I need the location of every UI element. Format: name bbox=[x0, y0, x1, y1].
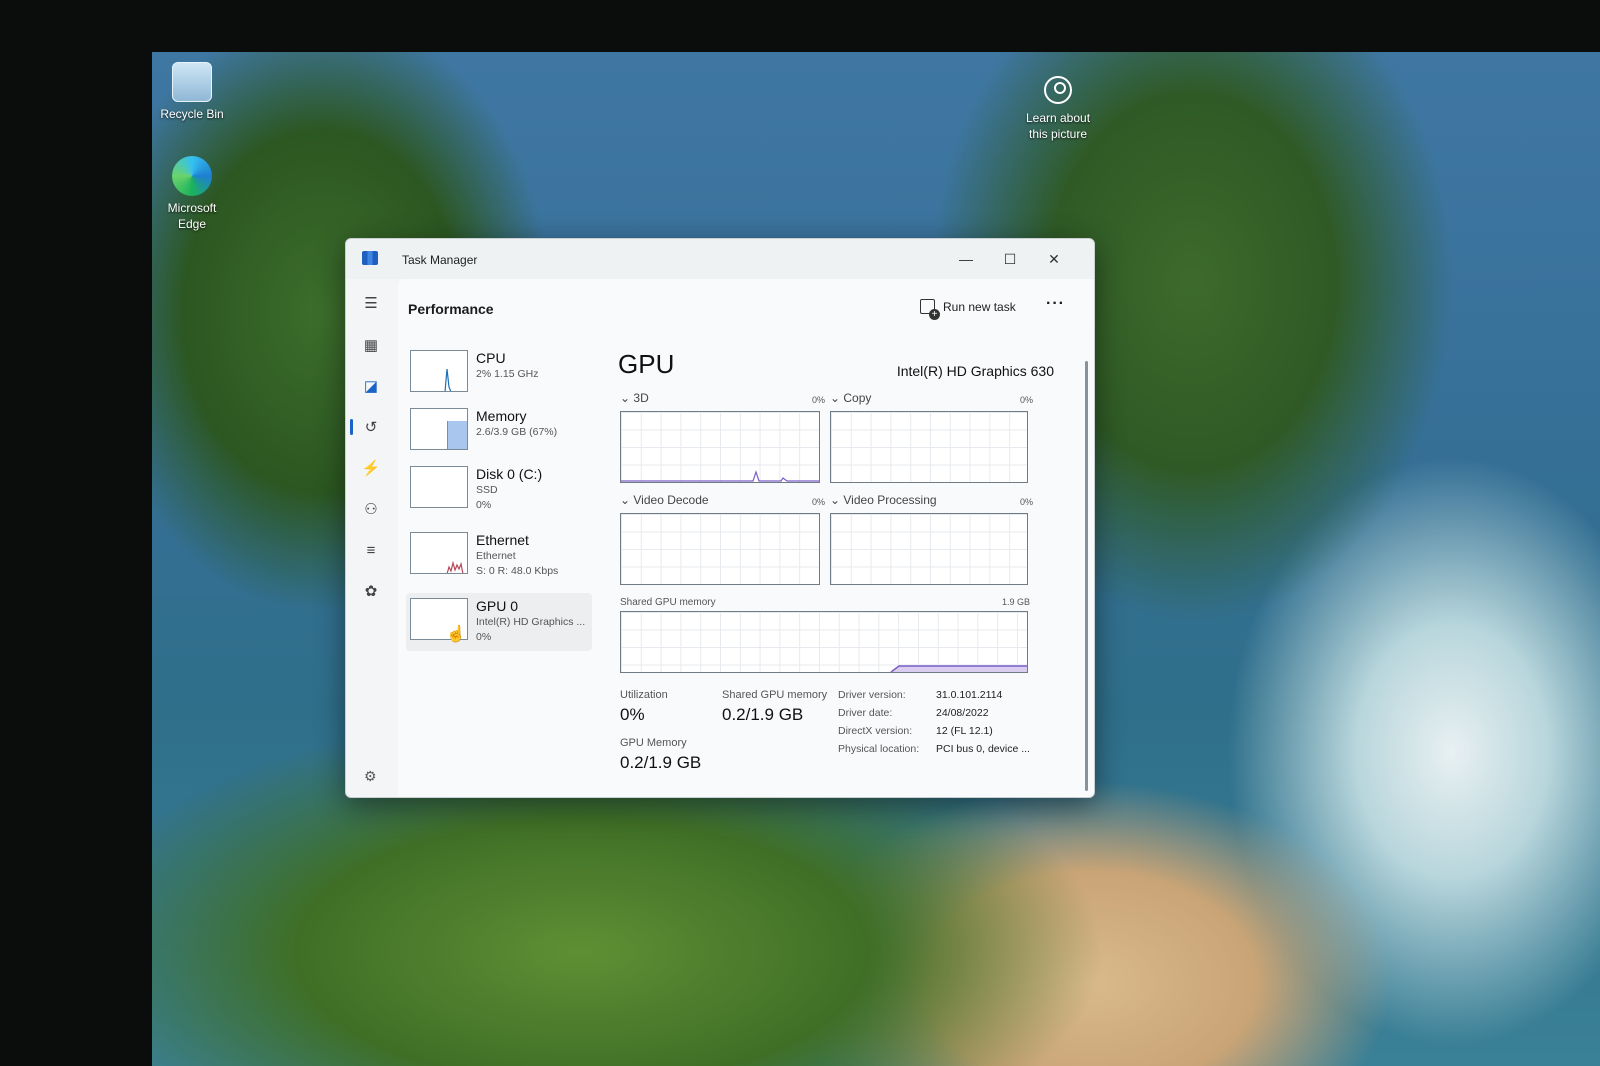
more-options-button[interactable]: ··· bbox=[1046, 295, 1065, 313]
startup-apps-icon[interactable]: ⚡ bbox=[360, 458, 382, 480]
ethernet-mini-graph bbox=[410, 532, 468, 574]
settings-gear-icon[interactable]: ⚙ bbox=[364, 768, 377, 785]
chevron-down-icon: ⌄ bbox=[830, 391, 844, 405]
page-title: Performance bbox=[408, 301, 494, 317]
ethernet-sparkline bbox=[446, 560, 464, 573]
driver-version-label: Driver version: bbox=[838, 689, 906, 701]
engine-label-video-decode[interactable]: ⌄ Video Decode bbox=[620, 493, 709, 507]
minimize-button[interactable]: — bbox=[946, 245, 986, 273]
scrollbar[interactable] bbox=[1085, 361, 1088, 791]
maximize-button[interactable]: ☐ bbox=[990, 245, 1030, 273]
device-memory[interactable]: Memory 2.6/3.9 GB (67%) bbox=[406, 403, 592, 461]
device-detail: 2.6/3.9 GB (67%) bbox=[476, 426, 558, 438]
nav-active-indicator bbox=[350, 419, 353, 435]
device-detail: SSD bbox=[476, 484, 498, 496]
performance-page: Performance Run new task ··· CPU 2% 1.15… bbox=[398, 279, 1094, 797]
nav-rail: ☰ ▦ ◪ ↺ ⚡ ⚇ ≡ ✿ ⚙ bbox=[346, 279, 398, 797]
learn-about-line1: Learn about bbox=[1025, 111, 1091, 125]
details-icon[interactable]: ≡ bbox=[360, 540, 382, 562]
engine-label-copy[interactable]: ⌄ Copy bbox=[830, 391, 871, 405]
shared-memory-graph-max: 1.9 GB bbox=[1002, 597, 1031, 607]
desktop-icon-label: Microsoft Edge bbox=[167, 201, 217, 231]
learn-about-picture[interactable]: Learn about this picture bbox=[1018, 76, 1098, 142]
shared-memory-label: Shared GPU memory bbox=[722, 689, 828, 701]
chevron-down-icon: ⌄ bbox=[620, 493, 634, 507]
window-title: Task Manager bbox=[402, 253, 478, 267]
device-detail: Intel(R) HD Graphics ... bbox=[476, 616, 586, 628]
engine-pct-video-decode: 0% bbox=[812, 497, 826, 507]
device-name: Ethernet bbox=[476, 532, 529, 548]
physical-location-label: Physical location: bbox=[838, 743, 920, 755]
shared-memory-graph-label: Shared GPU memory bbox=[620, 597, 716, 608]
utilization-value: 0% bbox=[620, 705, 645, 724]
engine-label-3d[interactable]: ⌄ 3D bbox=[620, 391, 649, 405]
directx-version-label: DirectX version: bbox=[838, 725, 913, 737]
camera-circle-icon bbox=[1044, 76, 1072, 104]
device-usage: 0% bbox=[476, 499, 492, 511]
graph-video-processing bbox=[830, 513, 1028, 585]
chevron-down-icon: ⌄ bbox=[620, 391, 634, 405]
device-throughput: S: 0 R: 48.0 Kbps bbox=[476, 565, 559, 577]
run-new-task-button[interactable]: Run new task bbox=[920, 299, 1016, 320]
device-name: Memory bbox=[476, 408, 527, 424]
graph-3d bbox=[620, 411, 820, 483]
device-usage: 0% bbox=[476, 631, 492, 643]
edge-icon bbox=[172, 156, 212, 196]
memory-usage-fill bbox=[447, 421, 467, 449]
graph-3d-line bbox=[621, 470, 819, 482]
users-icon[interactable]: ⚇ bbox=[360, 499, 382, 521]
engine-pct-copy: 0% bbox=[1020, 395, 1034, 405]
cpu-mini-graph bbox=[410, 350, 468, 392]
desktop-icon-label: Recycle Bin bbox=[160, 107, 224, 121]
shared-memory-line bbox=[890, 665, 1027, 673]
services-icon[interactable]: ✿ bbox=[360, 581, 382, 603]
device-gpu[interactable]: GPU 0 Intel(R) HD Graphics ... 0% bbox=[406, 593, 592, 651]
device-name: CPU bbox=[476, 350, 506, 366]
graph-shared-gpu-memory bbox=[620, 611, 1028, 673]
performance-icon[interactable]: ◪ bbox=[360, 376, 382, 398]
chevron-down-icon: ⌄ bbox=[830, 493, 844, 507]
driver-version-value: 31.0.101.2114 bbox=[936, 689, 1003, 701]
device-disk[interactable]: Disk 0 (C:) SSD 0% bbox=[406, 461, 592, 519]
title-bar[interactable]: Task Manager — ☐ ✕ bbox=[346, 239, 1094, 279]
device-name: GPU 0 bbox=[476, 598, 519, 614]
memory-mini-graph bbox=[410, 408, 468, 450]
desktop-icon-edge[interactable]: Microsoft Edge bbox=[152, 156, 232, 232]
device-name: Disk 0 (C:) bbox=[476, 466, 543, 482]
cpu-sparkline bbox=[444, 368, 452, 391]
desktop-icon-recycle-bin[interactable]: Recycle Bin bbox=[152, 62, 232, 122]
driver-date-label: Driver date: bbox=[838, 707, 893, 719]
run-new-task-label: Run new task bbox=[943, 299, 1016, 314]
directx-version-value: 12 (FL 12.1) bbox=[936, 725, 993, 737]
task-manager-app-icon bbox=[362, 251, 378, 265]
run-task-icon bbox=[920, 299, 940, 320]
close-button[interactable]: ✕ bbox=[1034, 245, 1074, 273]
physical-location-value: PCI bus 0, device ... bbox=[936, 743, 1030, 755]
task-manager-window: Task Manager — ☐ ✕ ☰ ▦ ◪ ↺ ⚡ ⚇ ≡ ✿ ⚙ Per… bbox=[345, 238, 1095, 798]
device-ethernet[interactable]: Ethernet Ethernet S: 0 R: 48.0 Kbps bbox=[406, 527, 592, 585]
graph-copy bbox=[830, 411, 1028, 483]
gpu-memory-label: GPU Memory bbox=[620, 737, 687, 749]
disk-mini-graph bbox=[410, 466, 468, 508]
hamburger-icon[interactable]: ☰ bbox=[360, 293, 382, 315]
gpu-model-name: Intel(R) HD Graphics 630 bbox=[896, 363, 1054, 379]
utilization-label: Utilization bbox=[620, 689, 668, 701]
device-cpu[interactable]: CPU 2% 1.15 GHz bbox=[406, 345, 592, 403]
shared-memory-value: 0.2/1.9 GB bbox=[722, 705, 804, 724]
device-detail: Ethernet bbox=[476, 550, 516, 562]
learn-about-line2: this picture bbox=[1028, 127, 1088, 141]
graph-video-decode bbox=[620, 513, 820, 585]
engine-pct-3d: 0% bbox=[812, 395, 826, 405]
gpu-memory-value: 0.2/1.9 GB bbox=[620, 753, 702, 772]
hand-cursor-icon: ☝ bbox=[446, 626, 466, 643]
processes-icon[interactable]: ▦ bbox=[360, 335, 382, 357]
device-detail: 2% 1.15 GHz bbox=[476, 368, 539, 380]
driver-date-value: 24/08/2022 bbox=[936, 707, 989, 719]
recycle-bin-icon bbox=[172, 62, 212, 102]
detail-title: GPU bbox=[618, 349, 675, 379]
engine-pct-video-processing: 0% bbox=[1020, 497, 1034, 507]
app-history-icon[interactable]: ↺ bbox=[360, 417, 382, 439]
engine-label-video-processing[interactable]: ⌄ Video Processing bbox=[830, 493, 937, 507]
